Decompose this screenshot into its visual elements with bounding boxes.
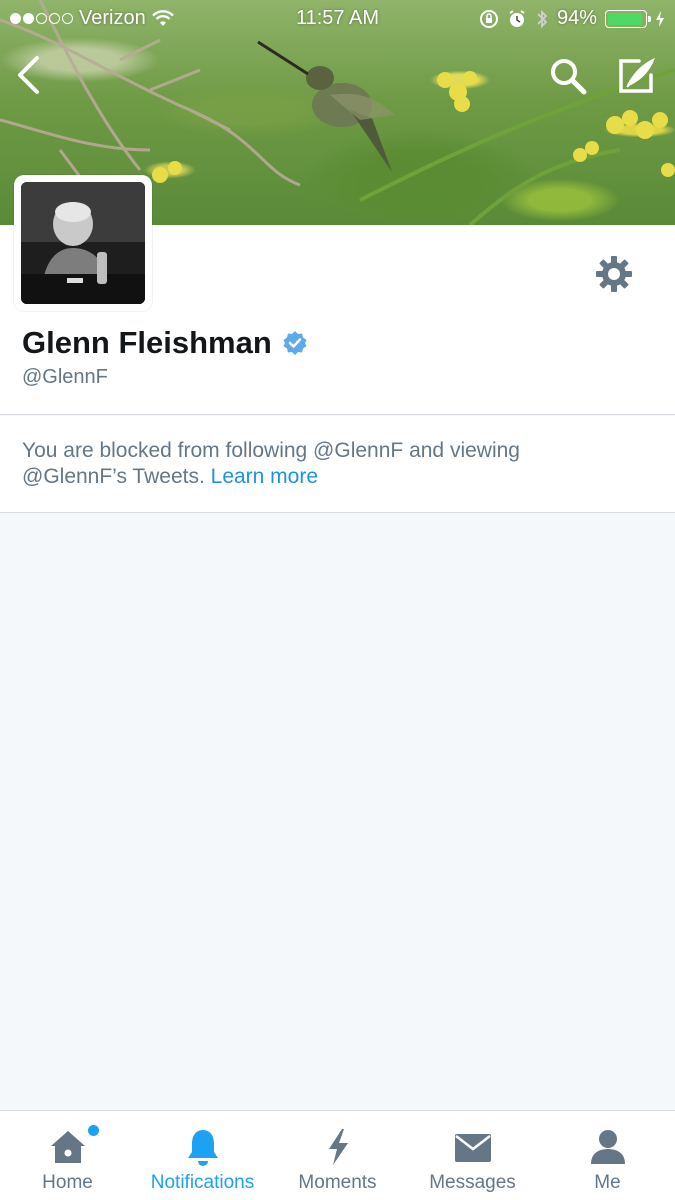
home-icon	[46, 1127, 90, 1167]
bottom-tab-bar: Home Notifications Moments Messages Me	[0, 1110, 675, 1200]
bluetooth-icon	[537, 9, 548, 28]
envelope-icon	[451, 1127, 495, 1167]
battery-level-fill	[608, 12, 642, 25]
avatar	[21, 182, 145, 304]
display-name-text: Glenn Fleishman	[22, 325, 272, 360]
tab-moments[interactable]: Moments	[270, 1111, 405, 1200]
bell-icon	[181, 1127, 225, 1167]
profile-avatar-frame[interactable]	[14, 175, 152, 311]
search-button[interactable]	[546, 54, 590, 98]
compose-tweet-button[interactable]	[612, 52, 660, 98]
tab-messages[interactable]: Messages	[405, 1111, 540, 1200]
status-bar: Verizon 11:57 AM 94%	[0, 0, 675, 38]
status-bar-right: 94%	[479, 7, 665, 30]
lightning-icon	[316, 1127, 360, 1167]
tab-messages-label: Messages	[429, 1172, 516, 1193]
tab-notifications[interactable]: Notifications	[135, 1111, 270, 1200]
tab-me[interactable]: Me	[540, 1111, 675, 1200]
blocked-notice-text: You are blocked from following @GlennF a…	[22, 438, 622, 490]
profile-settings-button[interactable]	[593, 253, 635, 295]
tab-moments-label: Moments	[298, 1172, 377, 1193]
tab-me-label: Me	[594, 1172, 621, 1193]
chevron-left-icon	[18, 56, 39, 94]
back-button[interactable]	[8, 52, 48, 98]
battery-icon	[605, 9, 651, 28]
gear-icon	[596, 256, 632, 292]
profile-handle: @GlennF	[22, 366, 108, 388]
tab-home-label: Home	[42, 1172, 93, 1193]
verified-badge-icon	[283, 331, 307, 355]
tab-home[interactable]: Home	[0, 1111, 135, 1200]
charging-bolt-icon	[656, 10, 664, 27]
search-icon	[551, 59, 587, 95]
compose-icon	[619, 58, 655, 93]
profile-display-name: Glenn Fleishman	[22, 325, 308, 361]
alarm-icon	[509, 9, 525, 27]
tab-notifications-label: Notifications	[150, 1172, 255, 1193]
rotation-lock-icon	[479, 9, 498, 28]
new-content-badge	[88, 1125, 99, 1136]
person-icon	[586, 1127, 630, 1167]
avatar-photo	[21, 182, 145, 304]
battery-percent: 94%	[556, 7, 597, 29]
learn-more-link[interactable]: Learn more	[211, 465, 318, 488]
blocked-notice: You are blocked from following @GlennF a…	[0, 416, 675, 513]
